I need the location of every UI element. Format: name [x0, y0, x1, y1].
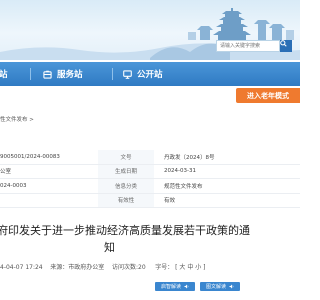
speaker-icon [229, 284, 234, 289]
search-input[interactable] [216, 40, 280, 52]
search-icon [280, 40, 287, 47]
table-row: 9005001/2024-00083 文号 丹政发〔2024〕8号 [0, 150, 300, 165]
doc-number-label: 文号 [98, 150, 154, 165]
main-nav: 站 服务站 公开站 [0, 62, 300, 86]
serial-value: 024-0003 [0, 178, 98, 194]
table-row: 公室 生成日期 2024-03-31 [0, 164, 300, 179]
empty-cell [0, 193, 98, 208]
font-size-selector[interactable]: [ 大 中 小 ] [175, 264, 205, 271]
index-number-value: 9005001/2024-00083 [0, 150, 98, 165]
nav-item-public[interactable]: 公开站 [123, 62, 163, 86]
title-line-1: 府印发关于进一步推动经济高质量发展若干政策的通 [0, 224, 250, 237]
nav-item-label: 服务站 [57, 70, 83, 80]
validity-value: 有效 [154, 193, 300, 208]
visit-count: 访问次数:20 [111, 264, 146, 271]
nav-item-label: 站 [0, 70, 8, 80]
search-button[interactable] [280, 40, 292, 52]
graphic-reading-button[interactable]: 图文解读 [200, 282, 241, 291]
service-icon [43, 70, 52, 79]
nav-item-label: 公开站 [137, 70, 163, 80]
smart-reading-label: 启智解读 [161, 284, 182, 290]
nav-divider [30, 68, 31, 80]
validity-label: 有效性 [98, 193, 154, 208]
smart-reading-button[interactable]: 启智解读 [155, 282, 196, 291]
speaker-icon [184, 284, 189, 289]
category-value: 规范性文件发布 [154, 178, 300, 194]
document-info-table: 9005001/2024-00083 文号 丹政发〔2024〕8号 公室 生成日… [0, 150, 300, 208]
publisher-value: 公室 [0, 164, 98, 179]
table-row: 024-0003 信息分类 规范性文件发布 [0, 178, 300, 194]
monitor-icon [123, 69, 132, 79]
publish-date: 4-04-07 17:24 [0, 264, 43, 271]
doc-number-value: 丹政发〔2024〕8号 [154, 150, 300, 165]
table-row: 有效性 有效 [0, 193, 300, 208]
elderly-mode-button[interactable]: 进入老年模式 [236, 88, 300, 103]
graphic-reading-label: 图文解读 [206, 284, 227, 290]
source-text: 来源：市政府办公室 [50, 264, 105, 271]
created-date-value: 2024-03-31 [154, 164, 300, 179]
created-date-label: 生成日期 [98, 164, 154, 179]
header-banner [0, 0, 300, 60]
article-meta: 4-04-07 17:24 来源：市政府办公室 访问次数:20 字号： [ 大 … [0, 262, 300, 271]
breadcrumb[interactable]: 性文件发布 > [0, 115, 34, 123]
nav-item-service[interactable]: 服务站 [43, 62, 83, 86]
breadcrumb-text: 性文件发布 > [0, 117, 34, 123]
font-size-label: 字号： [155, 264, 174, 271]
nav-divider [112, 68, 113, 80]
nav-item-1[interactable]: 站 [0, 62, 8, 86]
category-label: 信息分类 [98, 178, 154, 194]
elderly-mode-label: 进入老年模式 [247, 91, 289, 100]
title-line-2: 知 [104, 241, 115, 254]
